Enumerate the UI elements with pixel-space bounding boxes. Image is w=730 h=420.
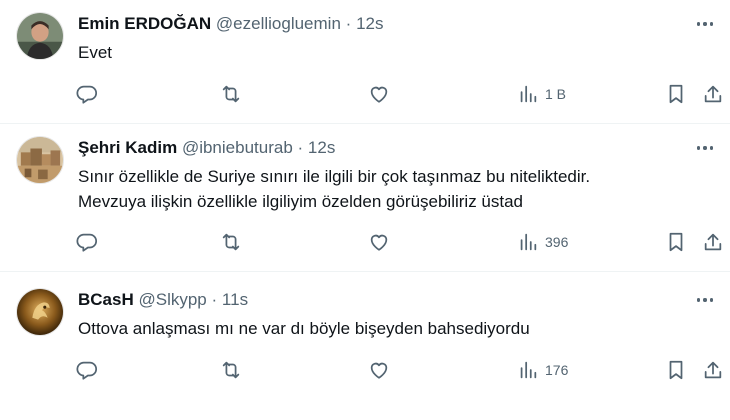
tweet-text-line: Ottova anlaşması mı ne var dı böyle bişe… <box>78 319 530 338</box>
action-bar: 1 B <box>0 81 730 107</box>
like-button[interactable] <box>368 357 390 383</box>
more-icon[interactable] <box>692 290 718 310</box>
share-button[interactable] <box>702 357 724 383</box>
bookmark-button[interactable] <box>665 357 687 383</box>
timestamp[interactable]: 11s <box>222 290 248 309</box>
reply-button[interactable] <box>76 81 98 107</box>
like-icon <box>370 234 388 251</box>
bookmark-icon <box>669 84 683 104</box>
author-name[interactable]: Emin ERDOĞAN <box>78 14 211 33</box>
action-bar: 396 <box>0 229 730 255</box>
more-icon[interactable] <box>692 138 718 158</box>
avatar[interactable] <box>16 136 64 184</box>
action-bar: 176 <box>0 357 730 383</box>
views-count: 176 <box>545 362 569 378</box>
reply-icon <box>76 361 98 380</box>
tweet[interactable]: Şehri Kadim @ibniebuturab · 12s Sınır öz… <box>0 124 730 272</box>
separator: · <box>211 290 218 309</box>
tweet-header: BCasH @Slkypp · 11s <box>78 289 670 311</box>
separator: · <box>345 14 352 33</box>
share-button[interactable] <box>702 81 724 107</box>
timestamp[interactable]: 12s <box>308 138 335 157</box>
views-icon <box>520 361 537 379</box>
views-icon <box>520 233 537 251</box>
views-icon <box>520 85 537 103</box>
author-handle[interactable]: @ezelliogluemin <box>216 14 341 33</box>
reply-icon <box>76 85 98 104</box>
bookmark-icon <box>669 232 683 252</box>
retweet-button[interactable] <box>220 357 242 383</box>
author-name[interactable]: BCasH <box>78 290 134 309</box>
share-icon <box>704 233 722 251</box>
retweet-icon <box>222 85 240 103</box>
like-button[interactable] <box>368 81 390 107</box>
views-count: 1 B <box>545 86 567 102</box>
tweet-text: Evet <box>78 40 690 65</box>
retweet-icon <box>222 233 240 251</box>
timestamp[interactable]: 12s <box>356 14 383 33</box>
views-button[interactable]: 396 <box>517 229 568 255</box>
reply-button[interactable] <box>76 229 98 255</box>
tweet-text-line: Evet <box>78 43 113 62</box>
retweet-button[interactable] <box>220 81 242 107</box>
tweet-text-line: Mevzuya ilişkin özellikle ilgiliyim özel… <box>78 192 524 211</box>
tweet-text-line: Sınır özellikle de Suriye sınırı ile ilg… <box>78 167 591 186</box>
tweet-text: Sınır özellikle de Suriye sınırı ile ilg… <box>78 164 690 214</box>
bookmark-button[interactable] <box>665 229 687 255</box>
tweet-text: Ottova anlaşması mı ne var dı böyle bişe… <box>78 316 690 341</box>
share-button[interactable] <box>702 229 724 255</box>
views-button[interactable]: 176 <box>517 357 568 383</box>
like-icon <box>370 362 388 379</box>
bookmark-icon <box>669 360 683 380</box>
author-handle[interactable]: @Slkypp <box>138 290 206 309</box>
reply-button[interactable] <box>76 357 98 383</box>
share-icon <box>704 85 722 103</box>
retweet-button[interactable] <box>220 229 242 255</box>
more-icon[interactable] <box>692 14 718 34</box>
tweet-header: Emin ERDOĞAN @ezelliogluemin · 12s <box>78 13 670 35</box>
retweet-icon <box>222 361 240 379</box>
avatar[interactable] <box>16 288 64 336</box>
separator: · <box>297 138 304 157</box>
author-name[interactable]: Şehri Kadim <box>78 138 177 157</box>
tweet-header: Şehri Kadim @ibniebuturab · 12s <box>78 137 670 159</box>
bookmark-button[interactable] <box>665 81 687 107</box>
tweet[interactable]: Emin ERDOĞAN @ezelliogluemin · 12s Evet … <box>0 0 730 124</box>
author-handle[interactable]: @ibniebuturab <box>182 138 293 157</box>
views-button[interactable]: 1 B <box>517 81 566 107</box>
views-count: 396 <box>545 234 569 250</box>
like-button[interactable] <box>368 229 390 255</box>
reply-icon <box>76 233 98 252</box>
share-icon <box>704 361 722 379</box>
avatar[interactable] <box>16 12 64 60</box>
tweet[interactable]: BCasH @Slkypp · 11s Ottova anlaşması mı … <box>0 272 730 420</box>
like-icon <box>370 86 388 103</box>
